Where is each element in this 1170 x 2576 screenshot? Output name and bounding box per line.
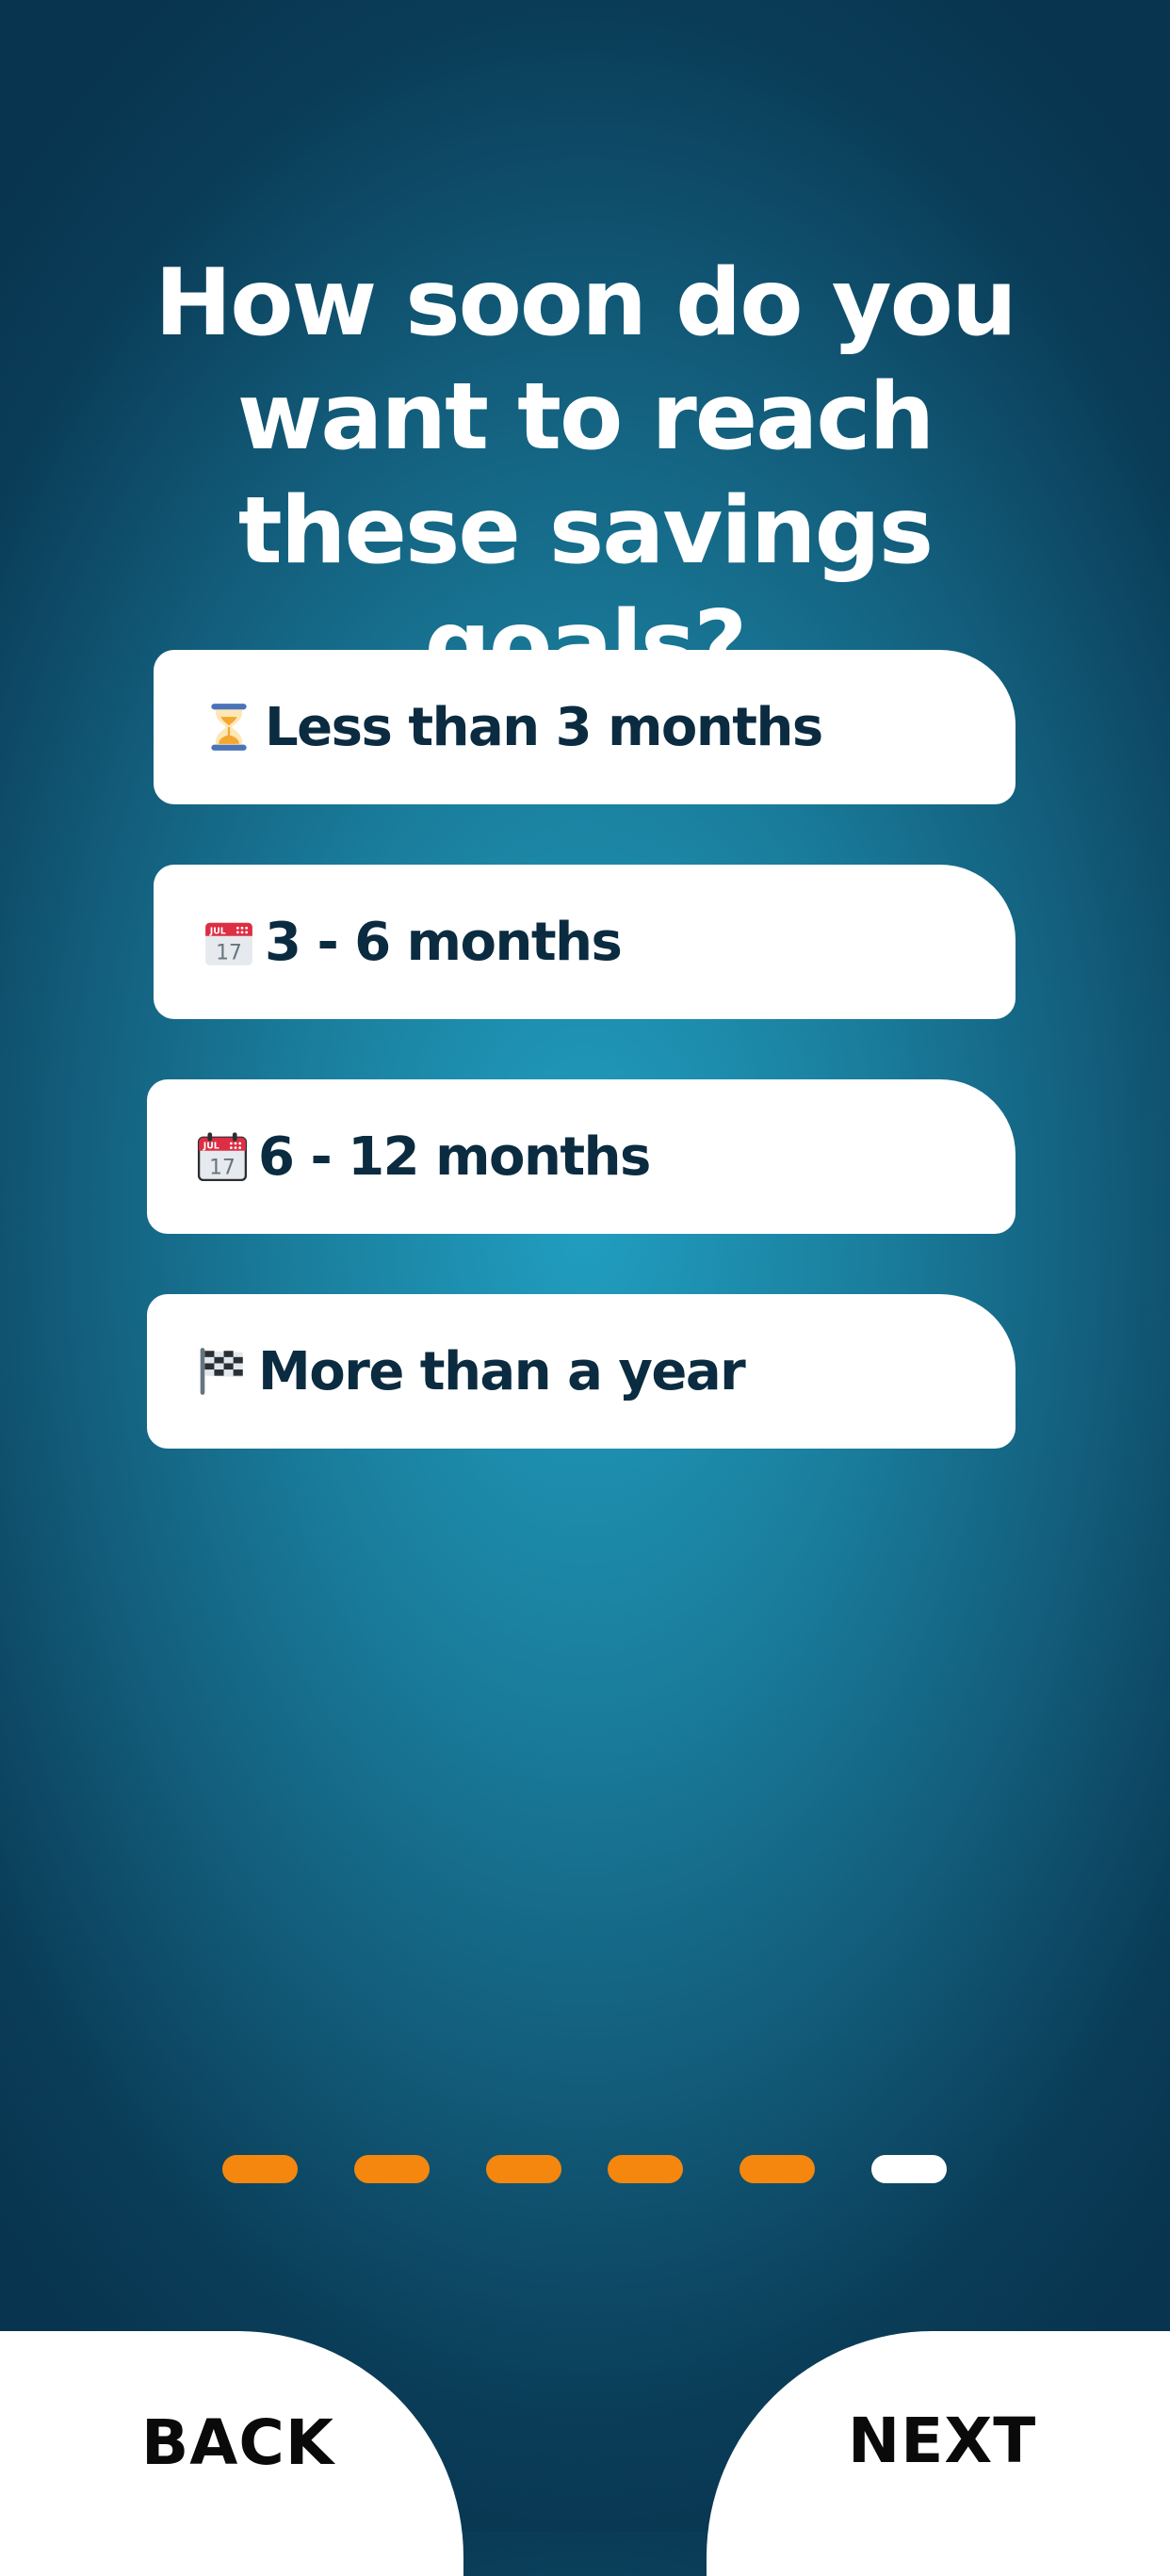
progress-dot	[608, 2155, 683, 2183]
option-label: 6 - 12 months	[258, 1126, 651, 1188]
progress-dot	[739, 2155, 815, 2183]
calendar-icon: JUL 17	[197, 1132, 248, 1182]
option-label: More than a year	[258, 1340, 746, 1402]
svg-text:17: 17	[209, 1157, 236, 1180]
progress-dot	[486, 2155, 561, 2183]
progress-dot	[222, 2155, 298, 2183]
svg-text:JUL: JUL	[209, 926, 226, 936]
progress-dot	[871, 2155, 947, 2183]
hourglass-icon	[211, 704, 247, 751]
option-label: Less than 3 months	[265, 696, 823, 758]
progress-indicator	[0, 2155, 1170, 2183]
option-3-6-months[interactable]: JUL 17 3 - 6 months	[154, 865, 1016, 1019]
option-more-than-a-year[interactable]: More than a year	[147, 1294, 1016, 1449]
option-less-than-3-months[interactable]: Less than 3 months	[154, 650, 1016, 804]
svg-text:17: 17	[216, 942, 242, 965]
option-6-12-months[interactable]: JUL 17 6 - 12 months	[147, 1079, 1016, 1234]
option-label: 3 - 6 months	[265, 911, 623, 973]
next-button-label: NEXT	[848, 2405, 1037, 2477]
back-button[interactable]: BACK	[0, 2331, 463, 2576]
svg-text:JUL: JUL	[203, 1141, 219, 1151]
page-title: How soon do you want to reach these savi…	[154, 250, 1016, 699]
checkered-flag-icon	[200, 1348, 243, 1395]
calendar-icon: JUL 17	[205, 922, 252, 965]
next-button[interactable]: NEXT	[707, 2331, 1170, 2576]
progress-dot	[354, 2155, 430, 2183]
back-button-label: BACK	[141, 2406, 334, 2479]
